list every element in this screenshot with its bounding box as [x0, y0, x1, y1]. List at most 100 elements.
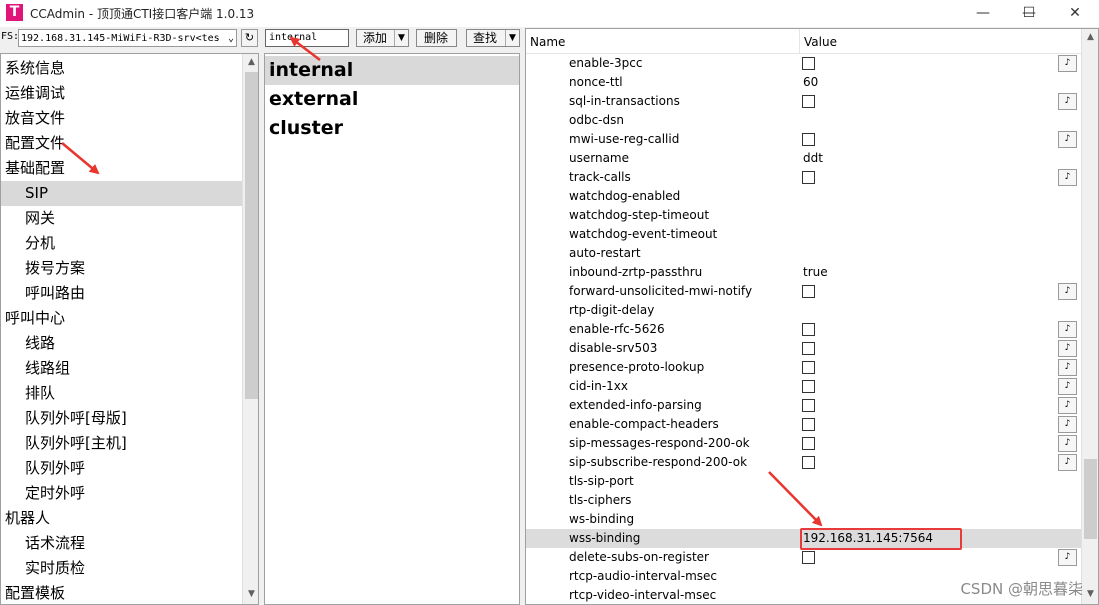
property-edit-button[interactable]: ♪: [1058, 340, 1077, 357]
property-row[interactable]: username ddt: [526, 149, 1082, 168]
property-checkbox[interactable]: [802, 437, 815, 450]
column-divider[interactable]: [799, 29, 800, 53]
property-row[interactable]: watchdog-event-timeout: [526, 225, 1082, 244]
property-row[interactable]: watchdog-enabled: [526, 187, 1082, 206]
tree-item[interactable]: 分机: [1, 231, 242, 256]
property-checkbox[interactable]: [802, 456, 815, 469]
tree-scroll-thumb[interactable]: [245, 72, 258, 399]
property-row[interactable]: sip-messages-respond-200-ok ♪: [526, 434, 1082, 453]
tree-item[interactable]: 队列外呼: [1, 456, 242, 481]
property-row[interactable]: auto-restart: [526, 244, 1082, 263]
property-checkbox[interactable]: [802, 57, 815, 70]
property-row[interactable]: enable-rfc-5626 ♪: [526, 320, 1082, 339]
name-column-header[interactable]: Name: [530, 29, 565, 53]
property-edit-button[interactable]: ♪: [1058, 454, 1077, 471]
property-row[interactable]: mwi-use-reg-callid ♪: [526, 130, 1082, 149]
property-value[interactable]: 60: [803, 73, 818, 92]
maximize-button[interactable]: ☐: [1006, 0, 1052, 27]
delete-button[interactable]: 删除: [416, 29, 457, 47]
property-checkbox[interactable]: [802, 171, 815, 184]
dropdown-arrow-icon[interactable]: ▼: [394, 30, 408, 46]
tree-item[interactable]: 放音文件: [1, 106, 242, 131]
profile-item[interactable]: internal: [265, 56, 519, 85]
tree-item[interactable]: 运维调试: [1, 81, 242, 106]
property-edit-button[interactable]: ♪: [1058, 55, 1077, 72]
tree-item[interactable]: 配置模板: [1, 581, 242, 604]
property-checkbox[interactable]: [802, 380, 815, 393]
property-row[interactable]: nonce-ttl 60: [526, 73, 1082, 92]
tree-item[interactable]: 网关: [1, 206, 242, 231]
property-row[interactable]: cid-in-1xx ♪: [526, 377, 1082, 396]
tree-item[interactable]: 队列外呼[主机]: [1, 431, 242, 456]
tree-item[interactable]: 配置文件: [1, 131, 242, 156]
property-checkbox[interactable]: [802, 399, 815, 412]
scroll-up-icon[interactable]: ▲: [1082, 29, 1098, 46]
tree-item[interactable]: 队列外呼[母版]: [1, 406, 242, 431]
property-edit-button[interactable]: ♪: [1058, 321, 1077, 338]
property-edit-button[interactable]: ♪: [1058, 378, 1077, 395]
property-edit-button[interactable]: ♪: [1058, 549, 1077, 566]
scroll-down-icon[interactable]: ▼: [243, 586, 258, 603]
tree-item[interactable]: 排队: [1, 381, 242, 406]
property-checkbox[interactable]: [802, 323, 815, 336]
profile-item[interactable]: external: [265, 85, 519, 114]
property-edit-button[interactable]: ♪: [1058, 93, 1077, 110]
tree-item[interactable]: 基础配置: [1, 156, 242, 181]
property-row[interactable]: enable-compact-headers ♪: [526, 415, 1082, 434]
property-checkbox[interactable]: [802, 285, 815, 298]
property-edit-button[interactable]: ♪: [1058, 131, 1077, 148]
dropdown-arrow-icon[interactable]: ▼: [505, 30, 519, 46]
property-row[interactable]: disable-srv503 ♪: [526, 339, 1082, 358]
profile-name-input[interactable]: internal: [265, 29, 349, 47]
tree-item[interactable]: 线路: [1, 331, 242, 356]
property-row[interactable]: presence-proto-lookup ♪: [526, 358, 1082, 377]
value-column-header[interactable]: Value: [804, 29, 837, 53]
property-checkbox[interactable]: [802, 133, 815, 146]
property-checkbox[interactable]: [802, 361, 815, 374]
property-row[interactable]: inbound-zrtp-passthru true: [526, 263, 1082, 282]
tree-item[interactable]: 线路组: [1, 356, 242, 381]
property-edit-button[interactable]: ♪: [1058, 283, 1077, 300]
tree-item[interactable]: SIP: [1, 181, 242, 206]
close-button[interactable]: ✕: [1052, 0, 1098, 27]
add-button[interactable]: 添加 ▼: [356, 29, 409, 47]
scroll-up-icon[interactable]: ▲: [243, 54, 258, 71]
tree-item[interactable]: 话术流程: [1, 531, 242, 556]
property-value[interactable]: true: [803, 263, 828, 282]
minimize-icon[interactable]: —: [960, 0, 1006, 27]
property-row[interactable]: odbc-dsn: [526, 111, 1082, 130]
tree-item[interactable]: 系统信息: [1, 56, 242, 81]
property-row[interactable]: tls-sip-port: [526, 472, 1082, 491]
property-edit-button[interactable]: ♪: [1058, 397, 1077, 414]
property-checkbox[interactable]: [802, 95, 815, 108]
property-row[interactable]: ws-binding: [526, 510, 1082, 529]
grid-scroll-thumb[interactable]: [1084, 459, 1097, 539]
property-row[interactable]: tls-ciphers: [526, 491, 1082, 510]
scroll-down-icon[interactable]: ▼: [1082, 586, 1098, 603]
tree-item[interactable]: 呼叫路由: [1, 281, 242, 306]
property-row[interactable]: watchdog-step-timeout: [526, 206, 1082, 225]
search-button[interactable]: 查找 ▼: [466, 29, 520, 47]
tree-scrollbar[interactable]: ▲ ▼: [242, 54, 258, 604]
property-checkbox[interactable]: [802, 418, 815, 431]
property-value[interactable]: ddt: [803, 149, 823, 168]
property-checkbox[interactable]: [802, 551, 815, 564]
refresh-button[interactable]: ↻: [241, 29, 258, 47]
tree-item[interactable]: 呼叫中心: [1, 306, 242, 331]
grid-scrollbar[interactable]: ▲ ▼: [1081, 29, 1098, 604]
property-edit-button[interactable]: ♪: [1058, 359, 1077, 376]
property-row[interactable]: delete-subs-on-register ♪: [526, 548, 1082, 567]
property-row[interactable]: sql-in-transactions ♪: [526, 92, 1082, 111]
property-edit-button[interactable]: ♪: [1058, 416, 1077, 433]
property-checkbox[interactable]: [802, 342, 815, 355]
tree-item[interactable]: 定时外呼: [1, 481, 242, 506]
tree-item[interactable]: 拨号方案: [1, 256, 242, 281]
property-row[interactable]: track-calls ♪: [526, 168, 1082, 187]
property-row[interactable]: sip-subscribe-respond-200-ok ♪: [526, 453, 1082, 472]
property-edit-button[interactable]: ♪: [1058, 435, 1077, 452]
property-row[interactable]: rtp-digit-delay: [526, 301, 1082, 320]
fs-server-select[interactable]: 192.168.31.145-MiWiFi-R3D-srv<tes ⌄: [18, 29, 237, 47]
property-edit-button[interactable]: ♪: [1058, 169, 1077, 186]
property-row[interactable]: enable-3pcc ♪: [526, 54, 1082, 73]
property-row[interactable]: forward-unsolicited-mwi-notify ♪: [526, 282, 1082, 301]
